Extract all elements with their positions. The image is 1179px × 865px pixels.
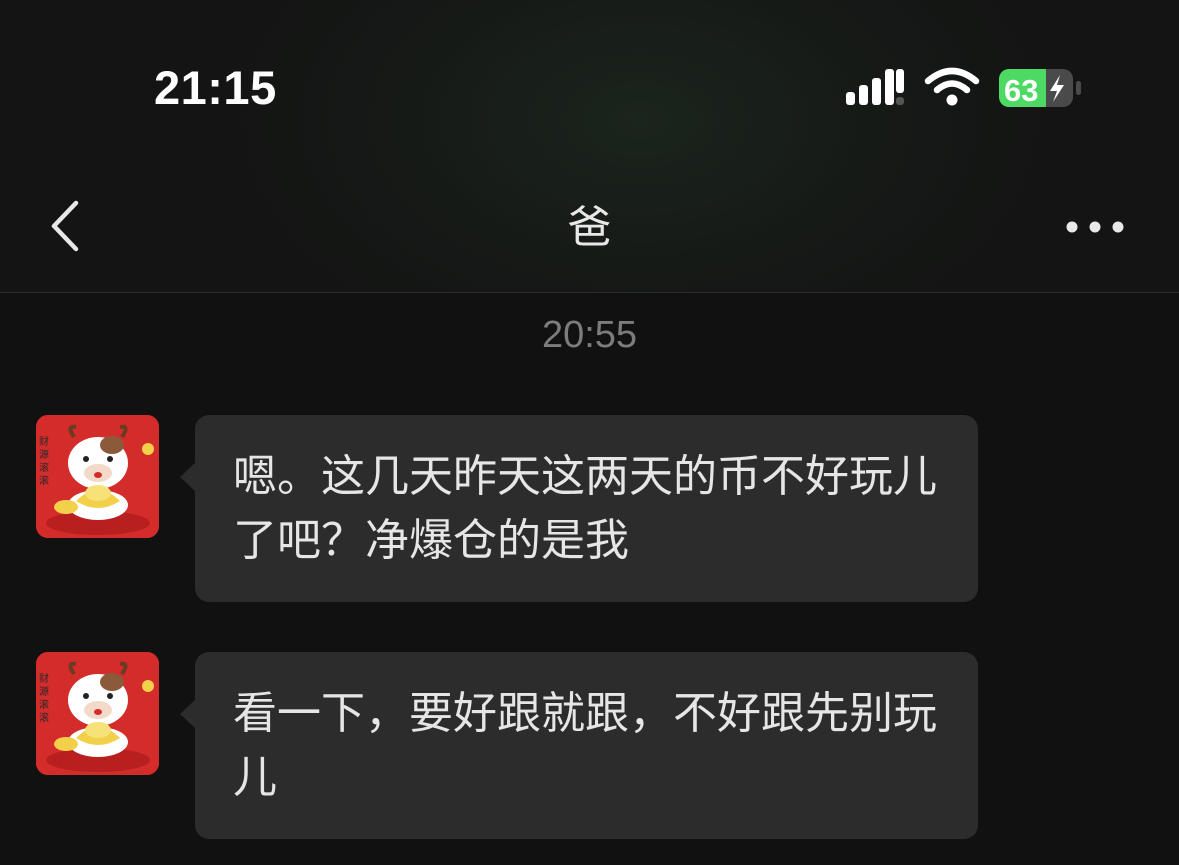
message-bubble[interactable]: 看一下，要好跟就跟，不好跟先别玩儿	[180, 652, 978, 839]
svg-text:滚: 滚	[39, 461, 49, 474]
svg-text:滚: 滚	[39, 711, 49, 724]
svg-text:滚: 滚	[39, 698, 49, 711]
svg-text:源: 源	[39, 685, 49, 698]
message-text: 嗯。这几天昨天这两天的币不好玩儿了吧？净爆仓的是我	[233, 451, 937, 566]
cellular-signal-icon	[846, 69, 904, 105]
battery-icon: 63	[999, 69, 1081, 108]
wifi-icon	[924, 67, 980, 106]
svg-text:财: 财	[39, 435, 49, 448]
svg-text:滚: 滚	[39, 474, 49, 487]
svg-text:财: 财	[39, 672, 49, 685]
bubble-tail	[180, 462, 196, 492]
status-time: 21:15	[154, 61, 277, 114]
avatar[interactable]: 财 源 滚 滚	[36, 415, 159, 538]
battery-level-text: 63	[1004, 73, 1038, 108]
ox-cartoon-avatar-icon: 财 源 滚 滚	[36, 652, 159, 775]
chat-title: 爸	[567, 202, 612, 253]
header-divider	[0, 292, 1179, 293]
message-bubble[interactable]: 嗯。这几天昨天这两天的币不好玩儿了吧？净爆仓的是我	[180, 415, 978, 602]
message-text: 看一下，要好跟就跟，不好跟先别玩儿	[233, 688, 937, 803]
bubble-tail	[180, 699, 196, 729]
ox-cartoon-avatar-icon: 财 源 滚 滚	[36, 415, 159, 538]
chat-screen: 21:15 63 爸 20:55 财 源 滚 滚 嗯。这几天昨天这两天的币不好玩…	[0, 0, 1179, 865]
message-timestamp: 20:55	[541, 314, 638, 356]
more-dots-icon[interactable]	[1062, 216, 1128, 238]
avatar[interactable]: 财 源 滚 滚	[36, 652, 159, 775]
svg-text:源: 源	[39, 448, 49, 461]
